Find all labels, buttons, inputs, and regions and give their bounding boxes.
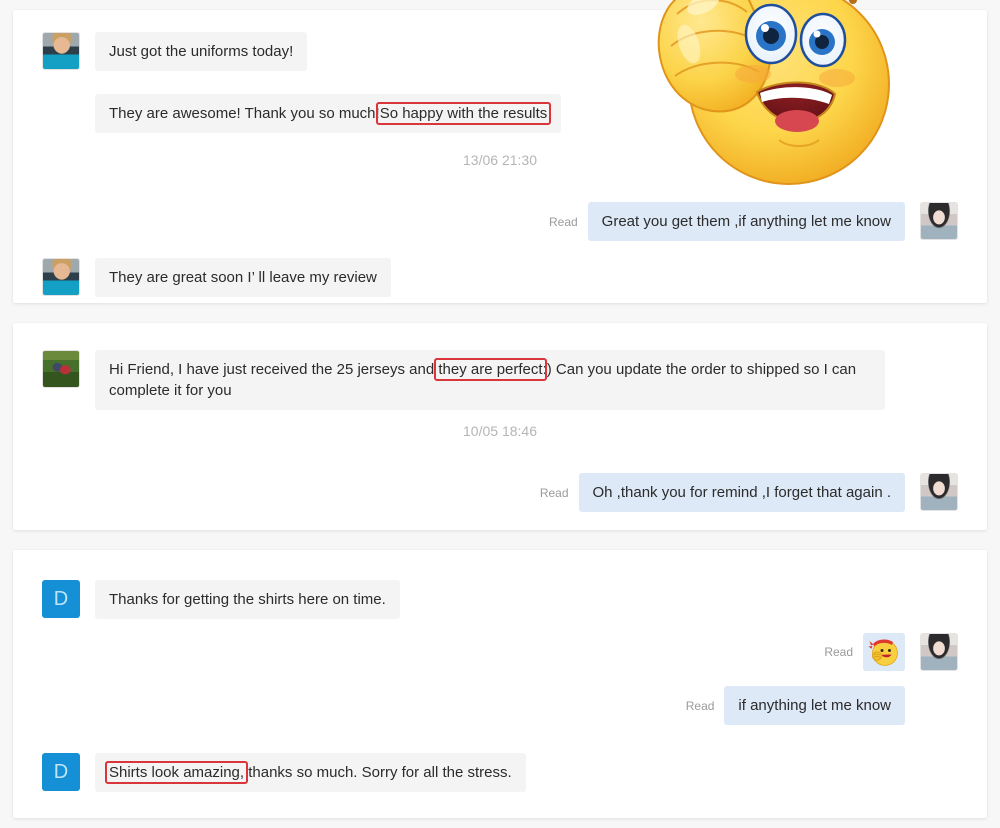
conversation-card-3: D Thanks for getting the shirts here on … <box>13 550 987 818</box>
customer-photo-avatar[interactable] <box>42 32 80 70</box>
message-row: Great you get them ,if anything let me k… <box>549 202 958 241</box>
message-row: Read <box>824 633 958 671</box>
message-bubble[interactable]: Oh ,thank you for remind ,I forget that … <box>578 473 905 512</box>
read-status: Read <box>548 214 578 229</box>
conversation-timestamp: 10/05 18:46 <box>463 423 537 439</box>
conversation-timestamp: 13/06 21:30 <box>463 152 537 168</box>
message-bubble[interactable]: They are great soon I’ ll leave my revie… <box>95 258 391 297</box>
message-row: D Shirts look amazing, thanks so much. S… <box>42 753 526 792</box>
message-row: Oh ,thank you for remind ,I forget that … <box>540 473 958 512</box>
message-text-after: thanks so much. Sorry for all the stress… <box>244 764 512 781</box>
seller-photo-avatar[interactable] <box>920 633 958 671</box>
message-row: They are awesome! Thank you so much!So h… <box>95 94 562 133</box>
highlighted-phrase: Shirts look amazing, <box>104 761 249 784</box>
message-text: Hi Friend, I have just received the 25 j… <box>109 361 439 378</box>
message-bubble[interactable]: Hi Friend, I have just received the 25 j… <box>95 350 885 410</box>
message-bubble[interactable]: Thanks for getting the shirts here on ti… <box>95 580 400 619</box>
message-row: Hi Friend, I have just received the 25 j… <box>42 350 885 410</box>
highlighted-phrase: So happy with the results <box>375 102 552 125</box>
message-row: They are great soon I’ ll leave my revie… <box>42 258 391 297</box>
message-row: if anything let me know Read <box>686 686 905 725</box>
read-status: Read <box>539 485 569 500</box>
fighting-headband-emoji <box>868 639 898 666</box>
message-text: They are awesome! Thank you so much! <box>109 105 380 122</box>
emoji-message-bubble[interactable] <box>863 633 905 671</box>
seller-photo-avatar[interactable] <box>920 473 958 511</box>
message-row: Just got the uniforms today! <box>42 32 308 71</box>
seller-photo-avatar[interactable] <box>920 202 958 240</box>
conversation-card-2: Hi Friend, I have just received the 25 j… <box>13 323 987 530</box>
letter-avatar[interactable]: D <box>42 580 80 618</box>
chat-transcript-page: Just got the uniforms today! They are aw… <box>0 0 1000 828</box>
highlighted-phrase: they are perfect <box>434 358 547 381</box>
message-bubble[interactable]: if anything let me know <box>724 686 905 725</box>
message-bubble[interactable]: Great you get them ,if anything let me k… <box>587 202 905 241</box>
message-row: D Thanks for getting the shirts here on … <box>42 580 400 619</box>
conversation-card-1: Just got the uniforms today! They are aw… <box>13 0 987 303</box>
message-bubble[interactable]: Shirts look amazing, thanks so much. Sor… <box>95 753 526 792</box>
letter-avatar[interactable]: D <box>42 753 80 791</box>
couple-photo-avatar[interactable] <box>42 350 80 388</box>
read-status: Read <box>824 645 853 659</box>
message-bubble[interactable]: They are awesome! Thank you so much!So h… <box>95 94 562 133</box>
customer-photo-avatar[interactable] <box>42 258 80 296</box>
message-bubble[interactable]: Just got the uniforms today! <box>95 32 308 71</box>
read-status: Read <box>685 698 715 713</box>
